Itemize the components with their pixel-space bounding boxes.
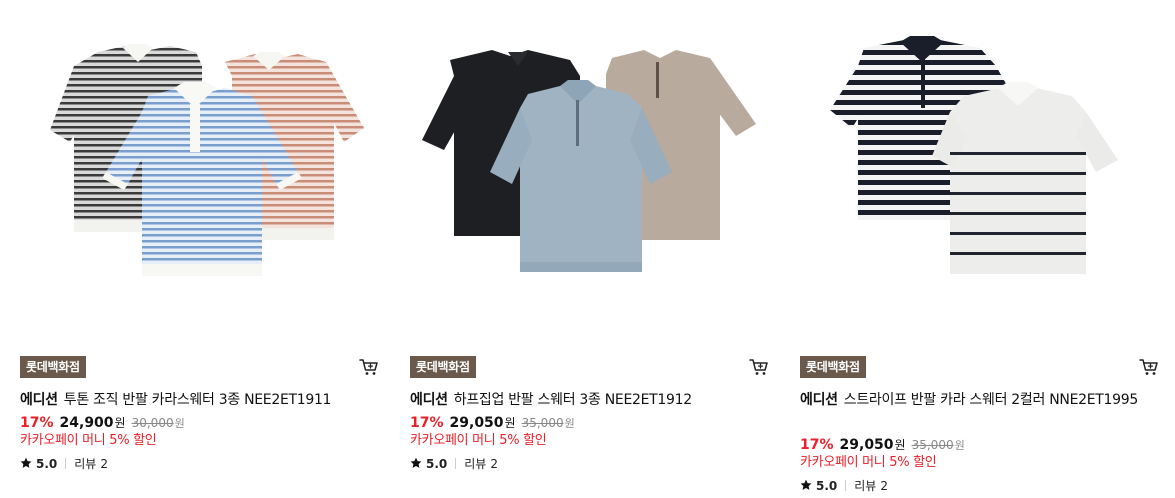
- review-label: 리뷰: [854, 479, 877, 493]
- rating-score: 5.0: [426, 457, 448, 471]
- product-title[interactable]: 에디션 투톤 조직 반팔 카라스웨터 3종 NEE2ET1911: [20, 389, 372, 411]
- add-to-cart-button[interactable]: [1138, 356, 1160, 378]
- product-name: 하프집업 반팔 스웨터 3종 NEE2ET1912: [453, 392, 692, 408]
- product-title[interactable]: 에디션 스트라이프 반팔 카라 스웨터 2컬러 NNE2ET1995: [800, 389, 1152, 411]
- divider: [845, 480, 847, 491]
- original-price: 35,000: [911, 438, 954, 452]
- product-image[interactable]: [20, 0, 380, 330]
- review-count: 2: [490, 457, 498, 471]
- divider: [65, 458, 67, 469]
- product-brand: 에디션: [800, 392, 838, 408]
- review-label: 리뷰: [464, 457, 487, 471]
- star-icon: [20, 457, 32, 468]
- review-count: 2: [100, 457, 108, 471]
- product-brand: 에디션: [20, 392, 58, 408]
- promo-text: 카카오페이 머니 5% 할인: [20, 433, 157, 448]
- add-to-cart-button[interactable]: [358, 356, 380, 378]
- sale-price-unit: 원: [894, 438, 906, 452]
- original-price-unit: 원: [954, 439, 965, 452]
- price-row: 17% 29,050원 35,000원: [410, 413, 770, 433]
- product-name: 스트라이프 반팔 카라 스웨터 2컬러 NNE2ET1995: [843, 392, 1139, 408]
- review-label: 리뷰: [74, 457, 97, 471]
- meta-row: 롯데백화점: [800, 356, 1160, 378]
- promo-text: 카카오페이 머니 5% 할인: [800, 455, 937, 470]
- price-row: 17% 24,900원 30,000원: [20, 413, 380, 433]
- product-brand: 에디션: [410, 392, 448, 408]
- product-image-graphic: [50, 44, 364, 276]
- product-title[interactable]: 에디션 하프집업 반팔 스웨터 3종 NEE2ET1912: [410, 389, 762, 411]
- original-price-unit: 원: [174, 417, 185, 430]
- divider: [455, 458, 457, 469]
- store-badge: 롯데백화점: [800, 356, 866, 378]
- discount-rate: 17%: [800, 437, 834, 453]
- product-image[interactable]: [800, 0, 1160, 330]
- product-card[interactable]: 롯데백화점 에디션 하프집업 반팔 스웨터 3종 NEE2ET1912 17% 29…: [410, 0, 770, 498]
- sale-price: 29,050: [449, 415, 504, 431]
- price-row: 17% 29,050원 35,000원: [800, 435, 1160, 455]
- store-badge: 롯데백화점: [410, 356, 476, 378]
- sale-price: 29,050: [839, 437, 894, 453]
- meta-row: 롯데백화점: [20, 356, 380, 378]
- discount-rate: 17%: [410, 415, 444, 431]
- cart-icon: [1139, 359, 1158, 375]
- product-grid: 롯데백화점 에디션 투톤 조직 반팔 카라스웨터 3종 NEE2ET1911 17…: [0, 0, 1175, 498]
- rating-score: 5.0: [36, 457, 58, 471]
- discount-rate: 17%: [20, 415, 54, 431]
- sale-price-unit: 원: [504, 416, 516, 430]
- rating-row: 5.0 리뷰 2: [800, 477, 1160, 495]
- rating-row: 5.0 리뷰 2: [410, 455, 770, 473]
- review-count: 2: [880, 479, 888, 493]
- product-name: 투톤 조직 반팔 카라스웨터 3종 NEE2ET1911: [63, 392, 332, 408]
- rating-score: 5.0: [816, 479, 838, 493]
- promo-text: 카카오페이 머니 5% 할인: [410, 433, 547, 448]
- original-price: 35,000: [521, 416, 564, 430]
- product-card[interactable]: 롯데백화점 에디션 투톤 조직 반팔 카라스웨터 3종 NEE2ET1911 17…: [20, 0, 380, 498]
- product-image-graphic: [830, 36, 1118, 274]
- store-badge: 롯데백화점: [20, 356, 86, 378]
- star-icon: [800, 479, 812, 490]
- cart-icon: [359, 359, 378, 375]
- original-price-unit: 원: [564, 417, 575, 430]
- meta-row: 롯데백화점: [410, 356, 770, 378]
- product-image-graphic: [422, 50, 756, 272]
- original-price: 30,000: [131, 416, 174, 430]
- add-to-cart-button[interactable]: [748, 356, 770, 378]
- product-image[interactable]: [410, 0, 770, 330]
- rating-row: 5.0 리뷰 2: [20, 455, 380, 473]
- cart-icon: [749, 359, 768, 375]
- star-icon: [410, 457, 422, 468]
- product-card[interactable]: 롯데백화점 에디션 스트라이프 반팔 카라 스웨터 2컬러 NNE2ET1995 …: [800, 0, 1160, 498]
- sale-price-unit: 원: [114, 416, 126, 430]
- sale-price: 24,900: [59, 415, 114, 431]
